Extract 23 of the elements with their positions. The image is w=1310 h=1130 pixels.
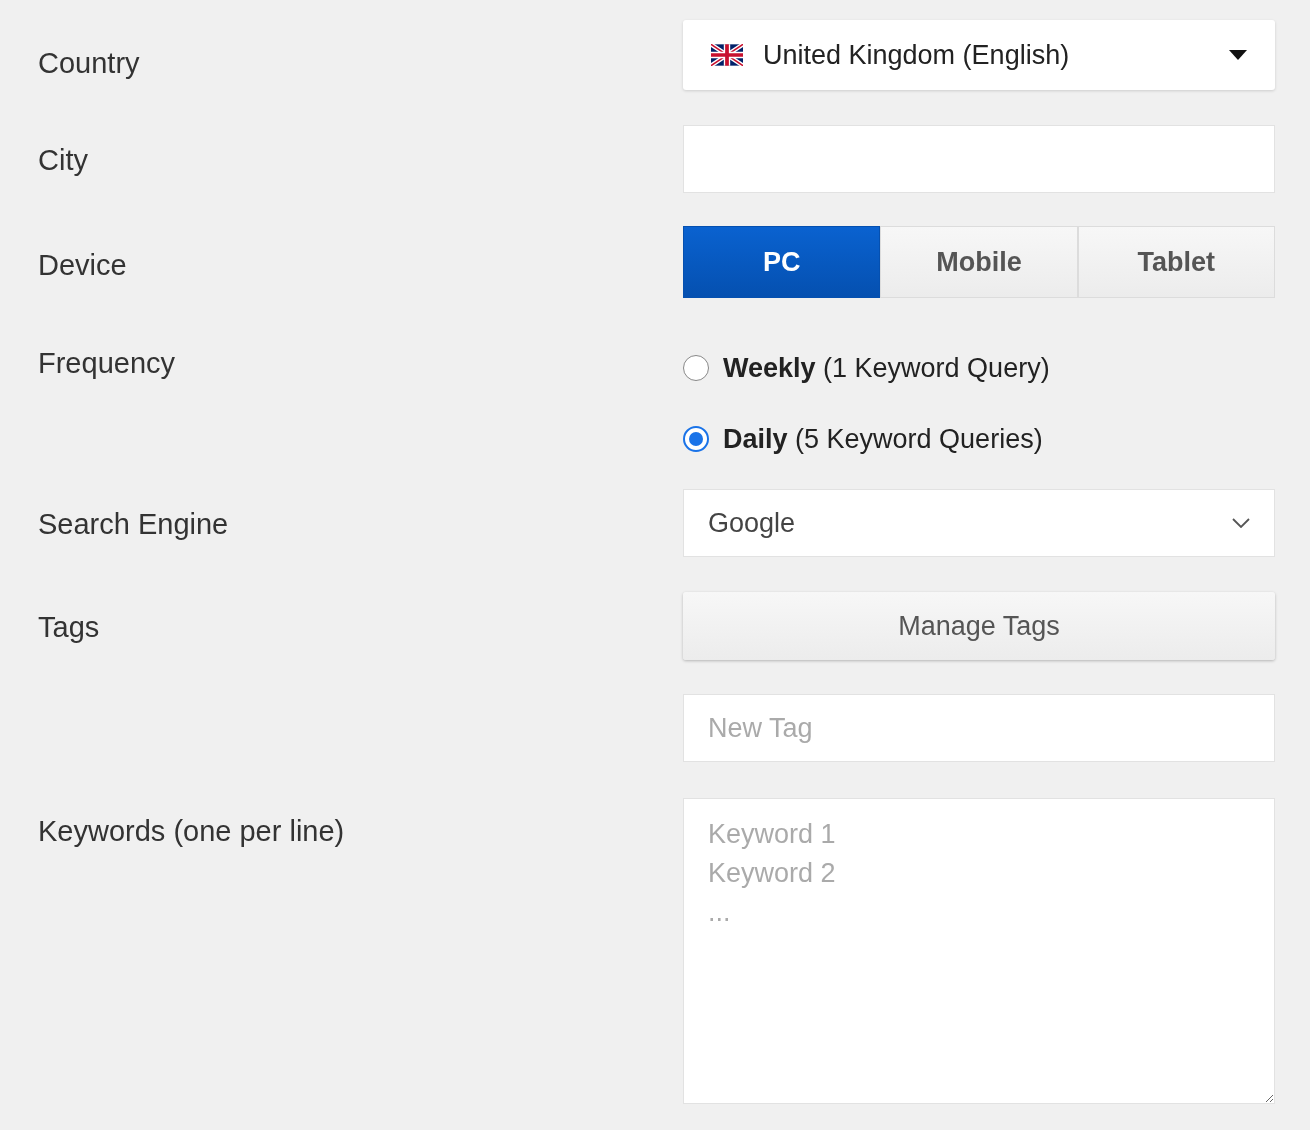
radio-button[interactable] <box>683 425 709 452</box>
manage-tags-button[interactable]: Manage Tags <box>683 592 1275 660</box>
flag-icon <box>711 44 743 66</box>
search-engine-select[interactable]: Google <box>683 489 1275 557</box>
chevron-down-icon <box>1232 518 1250 528</box>
field-label: Country <box>38 46 141 81</box>
field-label: Frequency <box>38 346 176 381</box>
new-tag-input[interactable]: New Tag <box>683 694 1275 762</box>
field-label: Device <box>38 248 128 283</box>
device-tab[interactable]: PC <box>683 226 881 298</box>
device-tab[interactable]: Mobile <box>880 226 1078 298</box>
field-label: Keywords (one per line) <box>38 814 346 849</box>
country-select[interactable]: United Kingdom (English) <box>683 20 1275 90</box>
keywords-textarea[interactable]: Keyword 1 Keyword 2 ... <box>683 798 1275 1104</box>
field-label: City <box>38 143 89 178</box>
radio-label: Daily (5 Keyword Queries) <box>723 422 1043 456</box>
field-label: Search Engine <box>38 507 230 542</box>
radio-label: Weekly (1 Keyword Query) <box>723 352 1050 385</box>
radio-button[interactable] <box>683 355 709 382</box>
device-tab[interactable]: Tablet <box>1077 226 1275 298</box>
city-input[interactable] <box>683 125 1275 193</box>
caret-icon <box>1229 50 1247 60</box>
field-label: Tags <box>38 610 101 645</box>
